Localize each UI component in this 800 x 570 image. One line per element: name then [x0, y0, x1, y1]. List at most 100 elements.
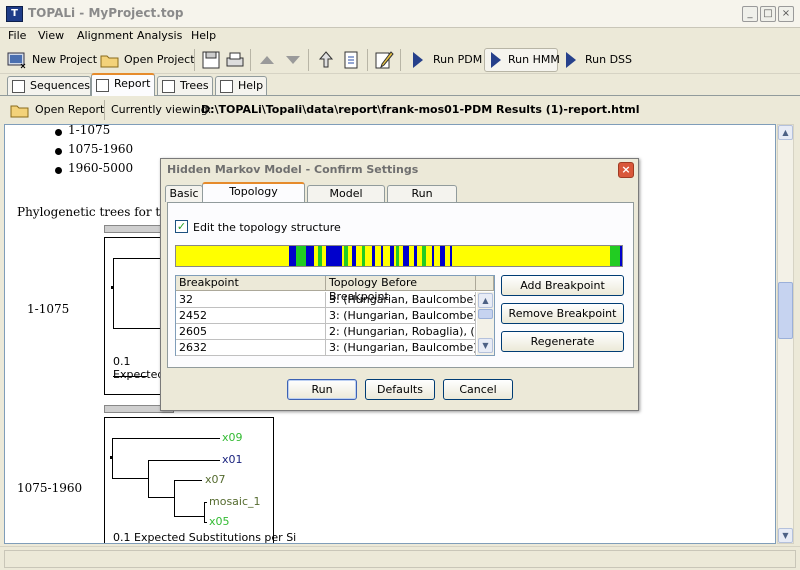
tab-help[interactable]: Help: [215, 76, 267, 95]
tab-help-label: Help: [238, 79, 264, 92]
range-item-2: 1075-1960: [68, 142, 134, 156]
menu-alignment[interactable]: Alignment: [77, 29, 133, 42]
topology-bar: [175, 245, 623, 267]
tree2-leaf-mosaic: mosaic_1: [209, 495, 261, 508]
toolbar-separator: [308, 49, 309, 71]
tree2-leaf-x01: x01: [222, 453, 243, 466]
print-icon[interactable]: [225, 50, 245, 70]
hmm-confirm-dialog: Hidden Markov Model - Confirm Settings ×…: [160, 158, 639, 411]
new-project-icon: [7, 52, 26, 69]
run-hmm-icon: [491, 52, 501, 68]
table-cell-topology[interactable]: 3: (Hungarian, Baulcombe), (...: [326, 308, 476, 324]
help-icon: [220, 80, 233, 93]
close-button[interactable]: ×: [778, 6, 794, 22]
table-scroll-up-button[interactable]: ▲: [478, 293, 493, 308]
remove-breakpoint-button[interactable]: Remove Breakpoint: [501, 303, 624, 324]
dialog-tab-run-settings[interactable]: Run Settings: [387, 185, 457, 215]
scroll-up-button[interactable]: ▲: [778, 125, 793, 140]
cancel-button[interactable]: Cancel: [443, 379, 513, 400]
table-scrollbar[interactable]: ▲ ▼: [477, 292, 494, 355]
tree2-leaf-x07: x07: [205, 473, 226, 486]
add-breakpoint-button[interactable]: Add Breakpoint: [501, 275, 624, 296]
tree2-leaf-x09: x09: [222, 431, 243, 444]
move-down-icon[interactable]: [283, 50, 303, 70]
table-scroll-down-button[interactable]: ▼: [478, 338, 493, 353]
edit-icon[interactable]: [374, 50, 394, 70]
bullet-dot: [55, 167, 62, 174]
save-icon[interactable]: [201, 50, 221, 70]
maximize-button[interactable]: □: [760, 6, 776, 22]
table-cell-breakpoint[interactable]: 2632: [176, 340, 326, 356]
table-scroll-thumb[interactable]: [478, 309, 493, 319]
trees-heading: Phylogenetic trees for the: [17, 205, 176, 219]
tab-trees[interactable]: Trees: [157, 76, 213, 95]
tab-report-label: Report: [114, 77, 151, 90]
table-cell-topology[interactable]: 3: (Hungarian, Baulcombe), (...: [326, 292, 476, 308]
status-cell: [4, 550, 796, 568]
minimize-button[interactable]: _: [742, 6, 758, 22]
run-pdm-icon: [413, 52, 423, 68]
report-icon: [96, 79, 109, 92]
run-button[interactable]: Run: [287, 379, 357, 400]
tree2-label: 1075-1960: [17, 481, 83, 495]
col-topology-header[interactable]: Topology Before Breakpoint: [326, 276, 476, 303]
report-scrollbar[interactable]: ▲ ▼: [777, 124, 794, 544]
regenerate-button[interactable]: Regenerate: [501, 331, 624, 352]
move-up-icon[interactable]: [257, 50, 277, 70]
bullet-dot: [55, 148, 62, 155]
toolbar-separator: [250, 49, 251, 71]
col-breakpoint-header[interactable]: Breakpoint: [176, 276, 326, 291]
upload-icon[interactable]: [316, 50, 336, 70]
dialog-tab-topology-structure[interactable]: Topology Structure: [202, 182, 305, 213]
tab-sequences[interactable]: Sequences: [7, 76, 91, 95]
open-folder-icon: [100, 55, 119, 68]
menu-help[interactable]: Help: [191, 29, 216, 42]
tab-report[interactable]: Report: [91, 73, 155, 96]
bullet-dot: [55, 129, 62, 136]
defaults-button[interactable]: Defaults: [365, 379, 435, 400]
report-bar-separator: [104, 100, 105, 120]
dialog-tab-basic[interactable]: Basic: [165, 185, 203, 202]
app-logo-icon: T: [6, 6, 23, 22]
tree2-scale-label: 0.1 Expected Substitutions per Si: [113, 531, 297, 544]
toolbar-separator: [367, 49, 368, 71]
tree2-box: x09 x01 x07 mosaic_1 x05 0.1 Expected Su…: [104, 417, 296, 543]
trees-icon: [162, 80, 175, 93]
open-report-icon: [10, 105, 29, 118]
toolbar-separator: [400, 49, 401, 71]
table-cell-breakpoint[interactable]: 32: [176, 292, 326, 308]
range-item-3: 1960-5000: [68, 161, 134, 175]
table-cell-breakpoint[interactable]: 2605: [176, 324, 326, 340]
toolbar-separator: [194, 49, 195, 71]
viewing-path: D:\TOPALi\Topali\data\report\frank-mos01…: [201, 103, 640, 116]
scroll-down-button[interactable]: ▼: [778, 528, 793, 543]
edit-topology-checkbox[interactable]: ✓: [175, 220, 188, 233]
window-title: TOPALi - MyProject.top: [28, 6, 184, 20]
open-report-button[interactable]: Open Report: [35, 103, 104, 116]
tree1-label: 1-1075: [27, 302, 70, 316]
run-hmm-button[interactable]: Run HMM: [508, 53, 560, 66]
viewing-label: Currently viewing:: [111, 103, 212, 116]
run-dss-button[interactable]: Run DSS: [585, 53, 632, 66]
new-project-button[interactable]: New Project: [32, 53, 97, 66]
menu-analysis[interactable]: Analysis: [137, 29, 182, 42]
open-project-button[interactable]: Open Project: [124, 53, 195, 66]
tab-trees-label: Trees: [180, 79, 209, 92]
table-cell-topology[interactable]: 2: (Hungarian, Robaglia), (Si...: [326, 324, 476, 340]
tree2-leaf-x05: x05: [209, 515, 230, 528]
dialog-tab-model-settings[interactable]: Model Settings: [307, 185, 385, 215]
header-corner: [476, 276, 494, 291]
tab-sequences-label: Sequences: [30, 79, 90, 92]
menu-file[interactable]: File: [8, 29, 26, 42]
table-cell-topology[interactable]: 3: (Hungarian, Baulcombe), (...: [326, 340, 476, 356]
document-icon[interactable]: [341, 50, 361, 70]
sequences-icon: [12, 80, 25, 93]
dialog-close-button[interactable]: ×: [618, 162, 634, 178]
run-pdm-button[interactable]: Run PDM: [433, 53, 482, 66]
tree1-scale-bar: [113, 376, 147, 377]
breakpoint-table: Breakpoint Topology Before Breakpoint 32…: [175, 275, 495, 356]
range-item-1: 1-1075: [68, 124, 111, 137]
scroll-thumb[interactable]: [778, 282, 793, 339]
menu-view[interactable]: View: [38, 29, 64, 42]
table-cell-breakpoint[interactable]: 2452: [176, 308, 326, 324]
